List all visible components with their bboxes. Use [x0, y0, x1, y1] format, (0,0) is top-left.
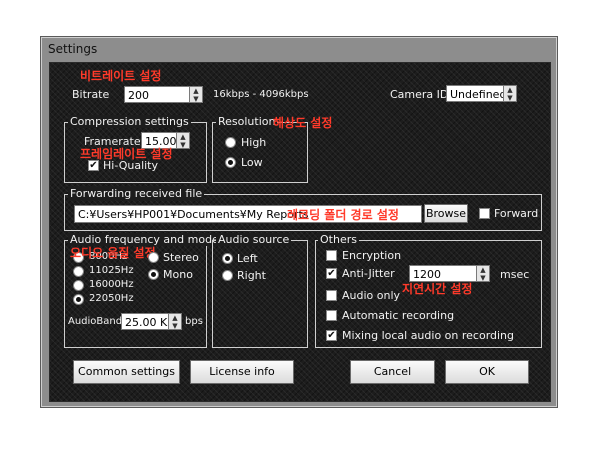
- cancel-button[interactable]: Cancel: [350, 360, 435, 384]
- encryption-checkbox[interactable]: [326, 250, 337, 261]
- mixing-checkbox[interactable]: ✔: [326, 330, 337, 341]
- common-settings-button[interactable]: Common settings: [73, 360, 180, 384]
- resolution-low-label: Low: [241, 156, 263, 169]
- bitrate-input[interactable]: 200: [124, 86, 190, 103]
- resolution-high-radio[interactable]: [225, 137, 236, 148]
- resolution-group: [212, 122, 308, 183]
- camera-id-label: Camera ID: [390, 88, 449, 101]
- audio-source-legend: Audio source: [216, 233, 292, 246]
- spin-up-icon[interactable]: ▲: [190, 87, 202, 95]
- annotation-audio: 오디오 음질 설정: [70, 246, 156, 260]
- bitrate-range: 16kbps - 4096kbps: [213, 89, 309, 100]
- mode-mono-radio[interactable]: [148, 269, 159, 280]
- anti-jitter-checkbox[interactable]: ✔: [326, 268, 337, 279]
- freq-11025-radio[interactable]: [73, 266, 84, 277]
- ok-button[interactable]: OK: [445, 360, 529, 384]
- audio-band-input[interactable]: 25.00 K: [121, 313, 169, 330]
- audio-only-label: Audio only: [342, 289, 401, 302]
- spin-up-icon[interactable]: ▲: [177, 133, 189, 141]
- camera-id-select[interactable]: Undefined: [446, 85, 504, 102]
- mode-stereo-radio[interactable]: [148, 252, 159, 263]
- audio-only-checkbox[interactable]: [326, 290, 337, 301]
- window-title: Settings: [48, 42, 98, 56]
- freq-16000-label: 16000Hz: [89, 279, 134, 290]
- source-left-radio[interactable]: [222, 253, 233, 264]
- mode-stereo-label: Stereo: [163, 251, 199, 264]
- spin-down-icon[interactable]: ▼: [169, 322, 181, 330]
- source-right-label: Right: [237, 269, 266, 282]
- auto-recording-label: Automatic recording: [342, 309, 455, 322]
- freq-16000-radio[interactable]: [73, 280, 84, 291]
- spin-down-icon[interactable]: ▼: [190, 95, 202, 103]
- bitrate-spinner[interactable]: ▲ ▼: [189, 86, 203, 103]
- bitrate-label: Bitrate: [72, 88, 110, 101]
- freq-11025-label: 11025Hz: [89, 265, 134, 276]
- audio-band-label: AudioBand: [68, 316, 123, 327]
- spin-down-icon[interactable]: ▼: [177, 141, 189, 149]
- annotation-jitter: 지연시간 설정: [402, 282, 473, 296]
- spin-up-icon[interactable]: ▲: [477, 266, 489, 274]
- hi-quality-label: Hi-Quality: [103, 159, 159, 172]
- mixing-label: Mixing local audio on recording: [342, 329, 515, 342]
- spin-down-icon[interactable]: ▼: [477, 274, 489, 282]
- compression-legend: Compression settings: [68, 115, 191, 128]
- anti-jitter-spinner[interactable]: ▲ ▼: [476, 265, 490, 282]
- spin-up-icon[interactable]: ▲: [504, 86, 516, 94]
- spin-up-icon[interactable]: ▲: [169, 314, 181, 322]
- freq-22050-radio[interactable]: [73, 294, 84, 305]
- framerate-spinner[interactable]: ▲ ▼: [176, 132, 190, 149]
- annotation-resolution: 해상도 설정: [273, 116, 333, 130]
- annotation-bitrate: 비트레이트 설정: [80, 69, 162, 83]
- forward-checkbox[interactable]: [479, 208, 490, 219]
- spin-down-icon[interactable]: ▼: [504, 94, 516, 102]
- forwarding-legend: Forwarding received file: [68, 187, 205, 200]
- settings-client-area: [49, 62, 551, 402]
- hi-quality-checkbox[interactable]: ✔: [88, 160, 99, 171]
- license-info-button[interactable]: License info: [190, 360, 294, 384]
- resolution-legend: Resolution: [216, 115, 278, 128]
- anti-jitter-unit: msec: [500, 268, 530, 281]
- source-left-label: Left: [237, 252, 258, 265]
- auto-recording-checkbox[interactable]: [326, 310, 337, 321]
- resolution-low-radio[interactable]: [225, 157, 236, 168]
- resolution-high-label: High: [241, 136, 267, 149]
- audio-band-spinner[interactable]: ▲ ▼: [168, 313, 182, 330]
- freq-22050-label: 22050Hz: [89, 293, 134, 304]
- annotation-folder: 레코딩 폴더 경로 설정: [287, 208, 399, 222]
- others-legend: Others: [318, 233, 359, 246]
- audio-band-unit: bps: [185, 316, 203, 327]
- camera-id-spinner[interactable]: ▲ ▼: [503, 85, 517, 102]
- mode-mono-label: Mono: [163, 268, 193, 281]
- anti-jitter-label: Anti-Jitter: [342, 267, 395, 280]
- browse-button[interactable]: Browse: [424, 204, 468, 223]
- encryption-label: Encryption: [342, 249, 402, 262]
- forward-label: Forward: [494, 207, 539, 220]
- source-right-radio[interactable]: [222, 270, 233, 281]
